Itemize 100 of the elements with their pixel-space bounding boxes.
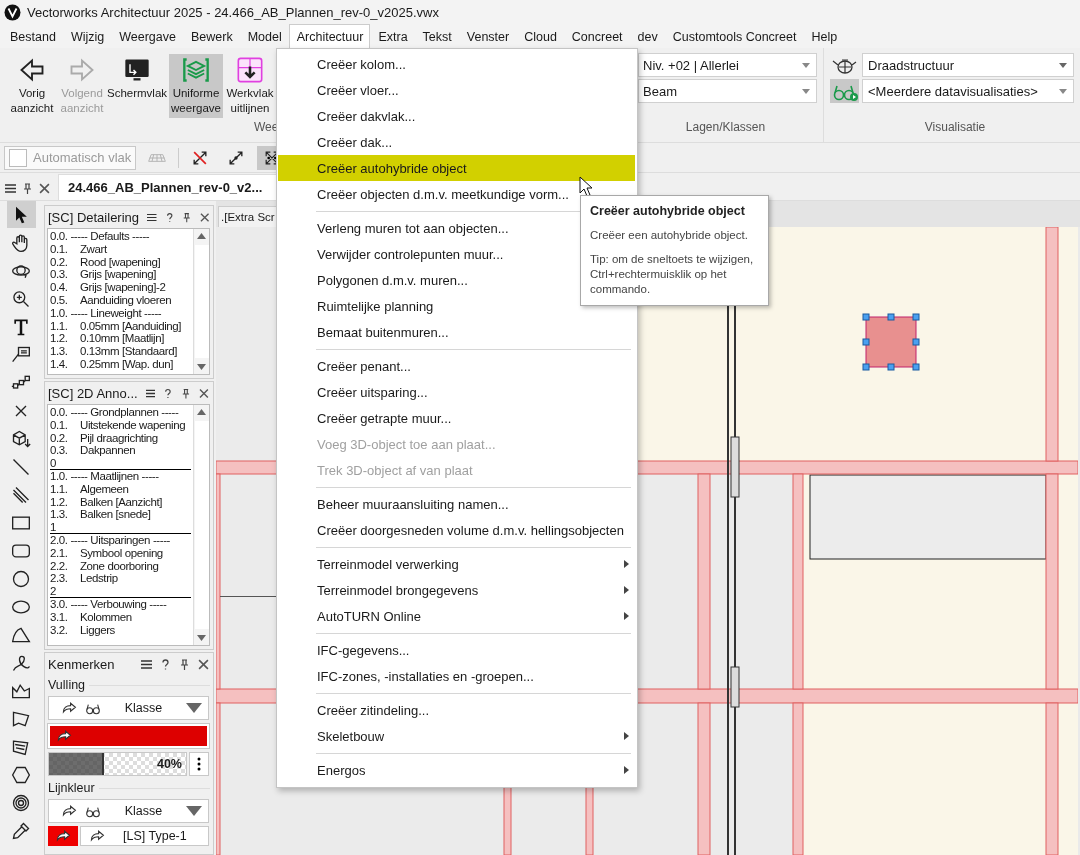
class-row[interactable]: 0.2. Pijl draagrichting <box>50 431 191 445</box>
menu-item[interactable]: Help <box>803 24 845 48</box>
class-row[interactable]: 1.0. ----- Lineweight ----- <box>50 306 191 320</box>
menu-item[interactable]: AutoTURN Online <box>278 603 635 629</box>
menu-item[interactable]: Wijzig <box>62 24 112 48</box>
class-row[interactable]: 2.1. Symbool opening <box>50 546 191 560</box>
menu-item[interactable]: Bemaat buitenmuren... <box>278 319 635 345</box>
panel-title: [SC] 2D Anno... <box>48 385 138 401</box>
group-label: Visualisatie <box>923 120 987 136</box>
menu-item[interactable]: Creëer kolom... <box>278 51 635 77</box>
class-row[interactable]: 0.0. ----- Grondplannen ----- <box>50 406 191 419</box>
class-row[interactable]: 1.3. 0.13mm [Standaard] <box>50 345 191 358</box>
menu-item[interactable]: Energos <box>278 757 635 783</box>
class-row[interactable]: 0.2. Rood [wapening] <box>50 255 191 269</box>
scrollbar[interactable] <box>193 229 209 374</box>
ribbon-button[interactable]: Uniforme weergave <box>169 54 223 118</box>
menu-item[interactable]: Concreet <box>563 24 630 48</box>
class-row[interactable]: 3.1. Kolommen <box>50 610 191 624</box>
dropdown-caret-icon <box>186 701 202 715</box>
opacity-slider[interactable]: 40% <box>48 752 187 776</box>
dropdown[interactable]: Beam <box>638 79 817 103</box>
line-style-dropdown[interactable]: [LS] Type-1 <box>80 826 209 846</box>
class-row[interactable]: 1.4. 0.25mm [Wap. dun] <box>50 357 191 371</box>
door-frame <box>730 436 740 498</box>
class-row[interactable]: 1.0. ----- Maatlijnen ----- <box>50 470 191 483</box>
ribbon-button[interactable]: Werkvlak uitlijnen <box>225 54 275 118</box>
menu-item[interactable]: Creëer autohybride object <box>278 155 635 181</box>
class-row[interactable]: 3.2. Liggers <box>50 623 191 637</box>
menu-item[interactable]: Terreinmodel brongegevens <box>278 577 635 603</box>
source-dropdown[interactable]: Klasse <box>48 696 209 720</box>
class-row[interactable]: 1.2. Balken [Aanzicht] <box>50 495 191 509</box>
menu-item[interactable]: Venster <box>458 24 517 48</box>
class-row[interactable]: 1.1. Algemeen <box>50 482 191 496</box>
menu-item[interactable]: Creëer uitsparing... <box>278 379 635 405</box>
line-color-swatch[interactable] <box>48 826 78 846</box>
share-arrow-icon <box>89 829 105 843</box>
menu-item[interactable]: Tekst <box>414 24 459 48</box>
canvas-tab[interactable]: .[Extra Scr <box>218 206 278 227</box>
tooltip-tip: Tip: om de sneltoets te wijzigen, Ctrl+rechtermuisklik op het commando. <box>590 252 755 297</box>
source-dropdown[interactable]: Klasse <box>48 799 209 823</box>
door-frame <box>730 666 740 708</box>
class-divider-row[interactable]: 0 <box>50 457 191 470</box>
menu-item[interactable]: Creëer dakvlak... <box>278 103 635 129</box>
section-label: Lijnkleur <box>48 781 95 795</box>
menu-item[interactable]: Bestand <box>2 24 63 48</box>
class-row[interactable]: 0.3. Dakpannen <box>50 444 191 458</box>
pointer-tool[interactable] <box>6 201 36 228</box>
hexagon-icon <box>11 764 31 785</box>
line-icon <box>11 456 31 477</box>
class-row[interactable]: 2.3. Ledstrip <box>50 572 191 586</box>
menu-item[interactable]: IFC-zones, -installaties en -groepen... <box>278 663 635 689</box>
dropdown[interactable]: <Meerdere datavisualisaties> <box>862 79 1074 103</box>
class-row[interactable]: 1.1. 0.05mm [Aanduiding] <box>50 319 191 333</box>
menu-item[interactable]: Bewerk <box>182 24 240 48</box>
menu-item[interactable]: Cloud <box>516 24 564 48</box>
class-row[interactable]: 0.3. Grijs [wapening] <box>50 268 191 282</box>
scrollbar[interactable] <box>193 405 209 645</box>
dropdown[interactable]: Draadstructuur <box>862 53 1074 77</box>
pin-icon <box>181 387 192 399</box>
class-divider-row[interactable]: 1 <box>50 521 191 534</box>
more-button[interactable] <box>189 752 209 776</box>
class-row[interactable]: 0.5. Aanduiding vloeren <box>50 294 191 307</box>
menu-item[interactable]: Architectuur <box>288 24 371 48</box>
menu-item[interactable]: Creëer zitindeling... <box>278 697 635 723</box>
ribbon-button[interactable]: Schermvlak <box>107 54 167 118</box>
class-row[interactable]: 3.0. ----- Verbouwing ----- <box>50 597 191 611</box>
class-row[interactable]: 0.1. Uitstekende wapening <box>50 418 191 432</box>
menu-item[interactable]: Weergave <box>111 24 183 48</box>
ribbon-button[interactable]: Vorig aanzicht <box>7 54 57 118</box>
menu-item[interactable]: dev <box>629 24 665 48</box>
layers-icon <box>182 56 210 84</box>
menu-icon <box>141 658 152 670</box>
class-row[interactable]: 1.2. 0.10mm [Maatlijn] <box>50 332 191 346</box>
fill-color-swatch[interactable] <box>48 724 209 748</box>
menu-item[interactable]: Creëer dak... <box>278 129 635 155</box>
menu-item[interactable]: Terreinmodel verwerking <box>278 551 635 577</box>
dropdown-caret-icon <box>1059 62 1067 68</box>
class-row[interactable]: 0.1. Zwart <box>50 242 191 256</box>
menu-item[interactable]: Creëer penant... <box>278 353 635 379</box>
panel-title: Kenmerken <box>48 656 116 672</box>
class-row[interactable]: 0.4. Grijs [wapening]-2 <box>50 281 191 294</box>
menu-item[interactable]: Beheer muuraansluiting namen... <box>278 491 635 517</box>
zoom-icon <box>11 288 31 309</box>
class-row[interactable]: 0.0. ----- Defaults ----- <box>50 230 191 243</box>
menu-item[interactable]: IFC-gegevens... <box>278 637 635 663</box>
menu-item[interactable]: Extra <box>370 24 415 48</box>
right-arrow-icon <box>68 56 96 84</box>
class-row[interactable]: 2.0. ----- Uitsparingen ----- <box>50 533 191 547</box>
class-row[interactable]: 1.3. Balken [snede] <box>50 508 191 522</box>
help-icon <box>164 211 174 223</box>
menu-item[interactable]: Skeletbouw <box>278 723 635 749</box>
menu-item[interactable]: Creëer getrapte muur... <box>278 405 635 431</box>
menu-item[interactable]: Creëer vloer... <box>278 77 635 103</box>
menu-item[interactable]: Customtools Concreet <box>664 24 804 48</box>
dropdown[interactable]: Niv. +02 | Allerlei <box>638 53 817 77</box>
selected-rectangle[interactable] <box>862 313 920 371</box>
class-divider-row[interactable]: 2 <box>50 585 191 598</box>
menu-item[interactable]: Model <box>239 24 289 48</box>
class-row[interactable]: 2.2. Zone doorboring <box>50 559 191 573</box>
menu-item[interactable]: Creëer doorgesneden volume d.m.v. hellingsobjecten <box>278 517 635 543</box>
